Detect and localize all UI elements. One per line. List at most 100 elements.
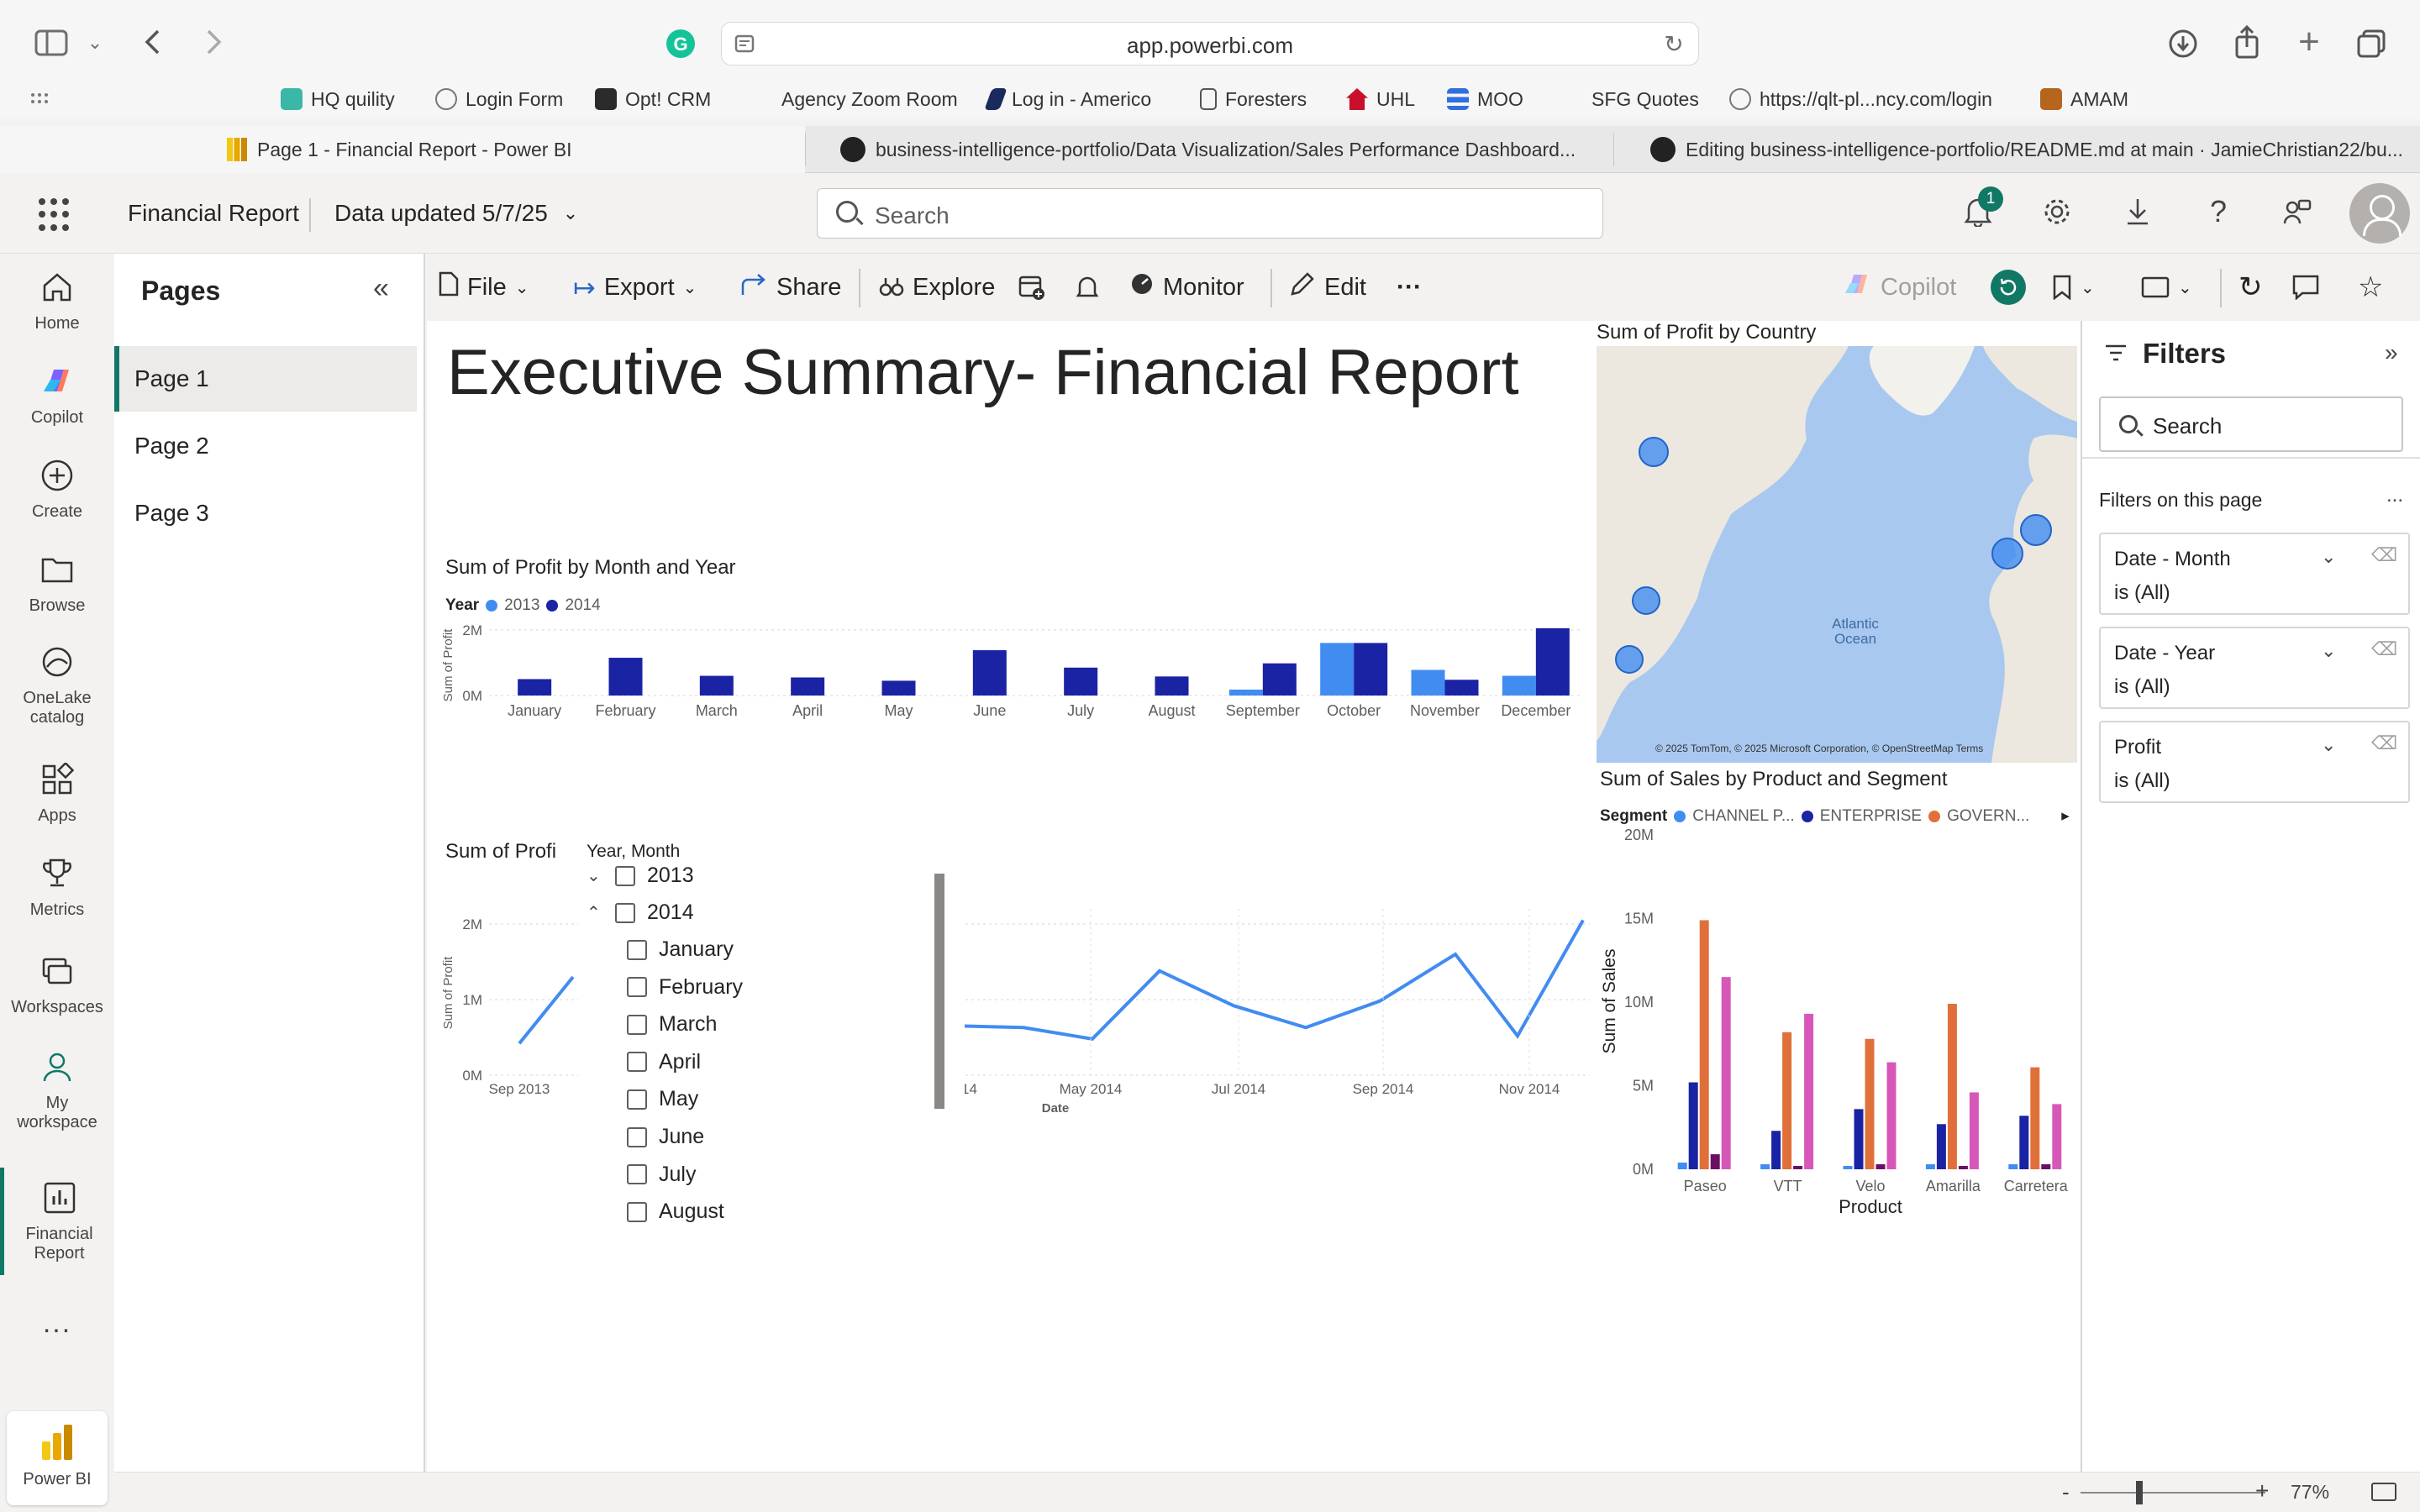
bookmark-amam[interactable]: AMAM: [2040, 82, 2128, 116]
fit-to-page-icon[interactable]: [2371, 1483, 2396, 1501]
global-search-input[interactable]: Search: [817, 188, 1603, 239]
bookmark-moo[interactable]: MOO: [1447, 82, 1523, 116]
filter-card-date-month[interactable]: Date - Month is (All) ⌄ ⌫: [2099, 533, 2410, 615]
checkbox[interactable]: [627, 1201, 647, 1222]
bookmark-icon[interactable]: ⌄: [2052, 269, 2095, 306]
grammarly-icon[interactable]: G: [664, 27, 697, 60]
slicer-month-item[interactable]: January: [627, 937, 734, 962]
feedback-icon[interactable]: [2277, 192, 2317, 232]
report-name[interactable]: Financial Report: [128, 200, 299, 227]
nav-financial-report[interactable]: Financial Report: [0, 1168, 114, 1275]
chevron-down-icon[interactable]: ⌄: [2321, 640, 2336, 662]
favorites-grid-icon[interactable]: [25, 86, 54, 114]
map-bubble[interactable]: [1632, 586, 1660, 615]
file-menu-button[interactable]: File ⌄: [439, 269, 529, 306]
app-launcher-icon[interactable]: [39, 198, 72, 232]
bookmark-qlt-login[interactable]: https://qlt-pl...ncy.com/login: [1729, 82, 1992, 116]
checkbox[interactable]: [615, 865, 635, 886]
filter-search-input[interactable]: Search: [2099, 396, 2403, 452]
collapse-pages-icon[interactable]: «: [373, 272, 389, 305]
download-icon[interactable]: [2118, 192, 2158, 232]
powerbi-app-tile[interactable]: Power BI: [7, 1411, 108, 1505]
clear-filter-eraser-icon[interactable]: ⌫: [2371, 732, 2397, 754]
nav-my-workspace[interactable]: My workspace: [0, 1048, 114, 1132]
page-tab-2[interactable]: Page 2: [114, 413, 417, 479]
slicer-scrollbar[interactable]: [934, 874, 944, 1109]
zoom-out-button[interactable]: -: [2062, 1479, 2070, 1505]
zoom-in-button[interactable]: +: [2255, 1478, 2269, 1504]
bookmark-sfg-quotes[interactable]: SFG Quotes: [1591, 82, 1699, 116]
slicer-month-item[interactable]: July: [627, 1163, 696, 1187]
bookmark-americo[interactable]: Log in - Americo: [984, 82, 1151, 116]
checkbox[interactable]: [627, 1014, 647, 1035]
expand-chevron-icon[interactable]: ⌄: [587, 865, 603, 886]
clear-filter-eraser-icon[interactable]: ⌫: [2371, 638, 2397, 660]
settings-gear-icon[interactable]: [2037, 192, 2077, 232]
slicer-month-item[interactable]: March: [627, 1012, 717, 1037]
nav-browse[interactable]: Browse: [0, 551, 114, 616]
account-avatar[interactable]: [2349, 183, 2410, 244]
slicer-month-item[interactable]: February: [627, 975, 743, 1000]
clear-filter-eraser-icon[interactable]: ⌫: [2371, 544, 2397, 566]
checkbox[interactable]: [615, 902, 635, 923]
profit-country-map[interactable]: Atlantic Ocean © 2025 TomTom, © 2025 Mic…: [1597, 346, 2077, 763]
tab-group-chevron-icon[interactable]: ⌄: [82, 25, 108, 60]
checkbox[interactable]: [627, 1126, 647, 1147]
bookmark-uhl[interactable]: UHL: [1346, 82, 1415, 116]
nav-create[interactable]: Create: [0, 457, 114, 522]
sidebar-toggle-icon[interactable]: [30, 25, 72, 60]
view-options-icon[interactable]: ⌄: [2141, 269, 2192, 306]
nav-metrics[interactable]: Metrics: [0, 855, 114, 920]
filter-card-date-year[interactable]: Date - Year is (All) ⌄ ⌫: [2099, 627, 2410, 709]
back-icon[interactable]: [134, 24, 171, 60]
copilot-button[interactable]: Copilot: [1844, 269, 1956, 306]
checkbox[interactable]: [627, 1089, 647, 1110]
filter-card-profit[interactable]: Profit is (All) ⌄ ⌫: [2099, 721, 2410, 803]
page-tab-1[interactable]: Page 1: [114, 346, 417, 412]
refresh-icon[interactable]: ↻: [2238, 269, 2263, 306]
comment-icon[interactable]: [2292, 269, 2319, 306]
map-bubble[interactable]: [1639, 437, 1669, 467]
checkbox[interactable]: [627, 939, 647, 960]
slicer-month-item[interactable]: August: [627, 1200, 724, 1224]
slicer-row-2014[interactable]: ⌃ 2014: [587, 900, 694, 925]
bookmark-opt-crm[interactable]: Opt! CRM: [595, 82, 711, 116]
share-button[interactable]: Share: [741, 269, 841, 306]
legend-next-arrow-icon[interactable]: ▸: [2061, 806, 2070, 826]
browser-tab-github-sales[interactable]: business-intelligence-portfolio/Data Vis…: [823, 126, 1613, 173]
browser-tab-github-readme[interactable]: Editing business-intelligence-portfolio/…: [1634, 126, 2420, 173]
map-bubble[interactable]: [1991, 538, 2023, 570]
favorite-star-icon[interactable]: ☆: [2358, 269, 2383, 306]
alert-bell-icon[interactable]: [1076, 269, 1099, 306]
bookmark-login-form[interactable]: Login Form: [435, 82, 563, 116]
nav-apps[interactable]: Apps: [0, 761, 114, 826]
share-icon[interactable]: [2228, 24, 2265, 60]
help-icon[interactable]: ?: [2198, 192, 2238, 232]
nav-copilot[interactable]: Copilot: [0, 363, 114, 428]
downloads-icon[interactable]: [2165, 25, 2202, 62]
collapse-chevron-icon[interactable]: ⌃: [587, 902, 603, 923]
slicer-month-item[interactable]: June: [627, 1125, 704, 1149]
chevron-down-icon[interactable]: ⌄: [2321, 734, 2336, 756]
nav-more[interactable]: ...: [0, 1307, 114, 1340]
page-tab-3[interactable]: Page 3: [114, 480, 417, 546]
more-options-button[interactable]: ···: [1397, 269, 1422, 306]
subscribe-calendar-icon[interactable]: [1018, 269, 1045, 306]
filters-more-icon[interactable]: ...: [2386, 484, 2403, 507]
data-updated-dropdown[interactable]: Data updated 5/7/25 ⌄: [334, 200, 578, 227]
checkbox[interactable]: [627, 977, 647, 998]
map-bubble[interactable]: [1615, 645, 1644, 674]
checkbox[interactable]: [627, 1052, 647, 1073]
forward-icon[interactable]: [195, 24, 232, 60]
monitor-button[interactable]: Monitor: [1129, 269, 1244, 306]
slicer-month-item[interactable]: May: [627, 1087, 698, 1111]
zoom-slider-track[interactable]: [2081, 1492, 2265, 1494]
bookmark-foresters[interactable]: Foresters: [1200, 82, 1307, 116]
zoom-slider-thumb[interactable]: [2136, 1481, 2143, 1504]
bookmark-agency-zoom-room[interactable]: Agency Zoom Room: [781, 82, 958, 116]
reload-icon[interactable]: ↻: [1660, 29, 1688, 58]
nav-onelake-catalog[interactable]: OneLake catalog: [0, 643, 114, 727]
chevron-down-icon[interactable]: ⌄: [2321, 546, 2336, 568]
reset-to-default-icon[interactable]: [1990, 269, 2027, 306]
slicer-row-2013[interactable]: ⌄ 2013: [587, 864, 694, 888]
